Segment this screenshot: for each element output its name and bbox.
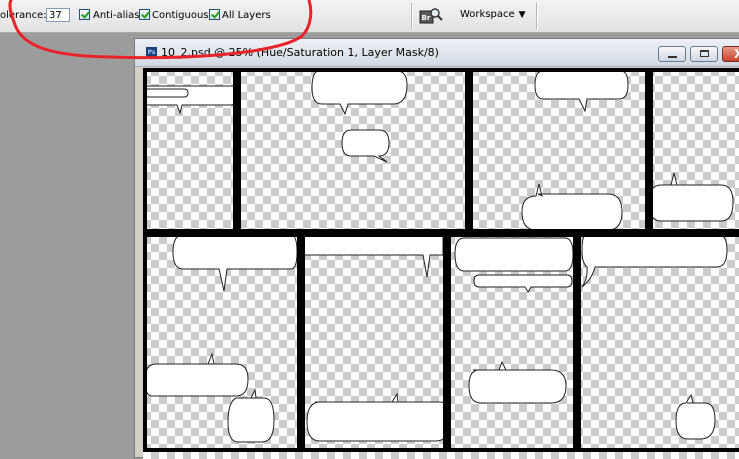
speech-balloon <box>144 88 189 98</box>
photoshop-document-icon: Ps <box>146 47 157 58</box>
speech-balloon <box>581 233 728 288</box>
speech-balloon <box>675 393 716 440</box>
speech-balloon <box>473 274 573 293</box>
speech-balloon <box>648 172 734 222</box>
workspace-label: Workspace <box>460 9 515 20</box>
contiguous-label: Contiguous <box>152 10 209 21</box>
all-layers-label: All Layers <box>222 10 271 21</box>
speech-balloon <box>534 70 629 113</box>
options-separator <box>411 3 413 29</box>
options-separator-right <box>536 3 538 29</box>
workspace-menu-button[interactable]: Workspace ▼ <box>460 7 526 23</box>
document-window: Ps 10_2.psd @ 25% (Hue/Saturation 1, Lay… <box>134 38 739 459</box>
speech-balloon <box>300 234 444 278</box>
all-layers-checkbox[interactable] <box>209 9 220 20</box>
document-canvas[interactable] <box>143 68 739 459</box>
close-icon: X <box>734 47 739 61</box>
minimize-button[interactable] <box>658 46 686 62</box>
speech-balloon <box>227 388 275 443</box>
document-title: 10_2.psd @ 25% (Hue/Saturation 1, Layer … <box>161 46 439 59</box>
bridge-icon-label: Br <box>422 14 431 22</box>
speech-balloon <box>521 183 623 231</box>
document-title-bar[interactable]: Ps 10_2.psd @ 25% (Hue/Saturation 1, Lay… <box>135 39 739 67</box>
bridge-icon: Br <box>419 8 443 24</box>
tolerance-label: olerance: <box>0 10 47 21</box>
options-bar: olerance: Anti-alias Contiguous All Laye… <box>0 0 739 33</box>
speech-balloon <box>144 352 249 397</box>
speech-balloon <box>468 360 567 404</box>
maximize-button[interactable] <box>690 46 718 62</box>
bridge-button[interactable]: Br <box>419 6 443 26</box>
minimize-icon <box>668 56 677 58</box>
contiguous-checkbox[interactable] <box>139 9 150 20</box>
tolerance-input[interactable] <box>46 8 70 22</box>
speech-balloon <box>311 70 408 116</box>
speech-balloon <box>172 234 298 292</box>
maximize-icon <box>700 50 709 57</box>
speech-balloon <box>454 237 574 272</box>
comic-page-artwork <box>143 68 739 452</box>
anti-alias-checkbox[interactable] <box>79 9 90 20</box>
speech-balloon <box>341 129 390 163</box>
chevron-down-icon: ▼ <box>518 10 526 20</box>
close-button[interactable]: X <box>722 46 739 62</box>
anti-alias-label: Anti-alias <box>93 10 140 21</box>
speech-balloon <box>306 392 451 442</box>
